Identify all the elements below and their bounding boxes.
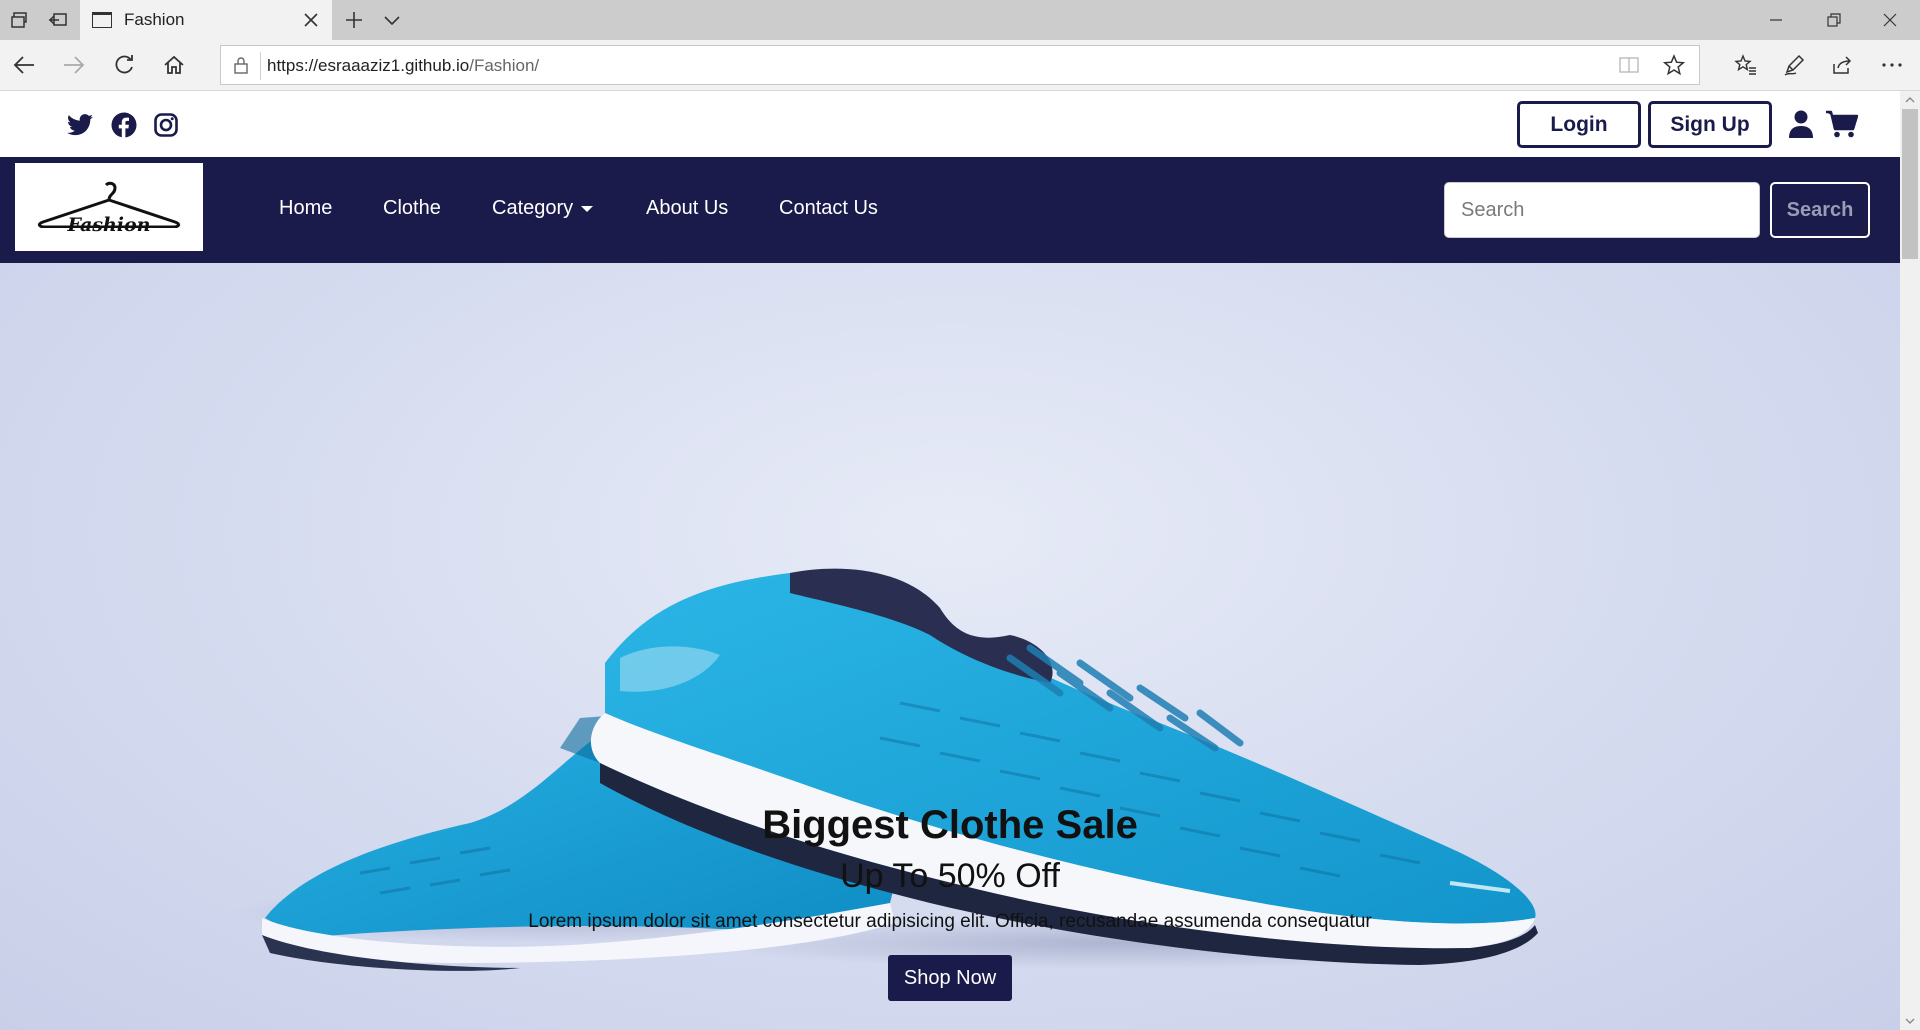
reading-view-icon[interactable] (1619, 56, 1639, 79)
back-icon[interactable] (6, 48, 42, 82)
plus-icon[interactable] (342, 8, 366, 32)
top-bar: Login Sign Up (0, 91, 1900, 157)
address-bar[interactable]: https://esraaaziz1.github.io/Fashion/ (220, 45, 1700, 85)
refresh-icon[interactable] (106, 48, 142, 82)
shop-now-button[interactable]: Shop Now (888, 955, 1012, 1001)
hero-subtitle: Up To 50% Off (840, 857, 1060, 895)
active-tab[interactable]: Fashion (80, 0, 332, 40)
nav-category[interactable]: Category (492, 197, 594, 220)
home-icon[interactable] (156, 48, 192, 82)
url-text: https://esraaaziz1.github.io/Fashion/ (267, 56, 539, 76)
minimize-icon[interactable] (1748, 0, 1804, 40)
nav-clothe[interactable]: Clothe (383, 197, 441, 220)
page-icon (92, 12, 112, 28)
address-divider (260, 52, 261, 80)
cart-icon[interactable] (1826, 109, 1858, 139)
main-navbar: Fashion Home Clothe Category About Us Co… (0, 157, 1900, 263)
url-path: /Fashion/ (469, 56, 540, 75)
set-aside-tabs-icon[interactable] (46, 8, 70, 32)
restore-icon[interactable] (1806, 0, 1862, 40)
instagram-icon[interactable] (152, 111, 180, 139)
pen-icon[interactable] (1774, 48, 1814, 82)
browser-tab-strip: Fashion (0, 0, 1920, 40)
nav-category-label: Category (492, 197, 574, 219)
lock-icon[interactable] (233, 56, 249, 79)
caret-down-icon (581, 205, 594, 212)
close-icon[interactable] (1862, 0, 1918, 40)
url-host: https://esraaaziz1.github.io (267, 56, 470, 75)
more-icon[interactable] (1872, 48, 1912, 82)
tab-manager-icon[interactable] (8, 8, 32, 32)
scroll-down-icon[interactable] (1904, 1015, 1916, 1027)
nav-contact[interactable]: Contact Us (779, 197, 878, 220)
search-button[interactable]: Search (1770, 182, 1870, 238)
hero-description: Lorem ipsum dolor sit amet consectetur a… (528, 911, 1372, 932)
page-scrollbar[interactable] (1900, 91, 1920, 1030)
tab-title: Fashion (124, 10, 185, 29)
twitter-icon[interactable] (66, 111, 94, 139)
brand-name: Fashion (67, 214, 151, 236)
search-input[interactable] (1444, 182, 1760, 238)
scroll-thumb[interactable] (1902, 109, 1918, 259)
page-viewport: Login Sign Up Fashion Home Clothe Catego… (0, 91, 1900, 1030)
scroll-up-icon[interactable] (1904, 94, 1916, 106)
favorites-icon[interactable] (1726, 48, 1766, 82)
nav-about[interactable]: About Us (646, 197, 728, 220)
hero-banner: Biggest Clothe Sale Up To 50% Off Lorem … (0, 263, 1900, 1030)
user-icon[interactable] (1785, 109, 1817, 139)
brand-logo[interactable]: Fashion (15, 163, 203, 251)
tab-close-icon[interactable] (296, 5, 326, 35)
hero-title: Biggest Clothe Sale (762, 803, 1138, 847)
facebook-icon[interactable] (110, 111, 138, 139)
share-icon[interactable] (1822, 48, 1862, 82)
chevron-down-icon[interactable] (380, 8, 404, 32)
login-button[interactable]: Login (1517, 101, 1641, 148)
address-toolbar: https://esraaaziz1.github.io/Fashion/ (0, 40, 1920, 91)
forward-icon[interactable] (56, 48, 92, 82)
favorite-star-icon[interactable] (1662, 54, 1686, 81)
signup-button[interactable]: Sign Up (1648, 101, 1772, 148)
nav-home[interactable]: Home (279, 197, 332, 220)
